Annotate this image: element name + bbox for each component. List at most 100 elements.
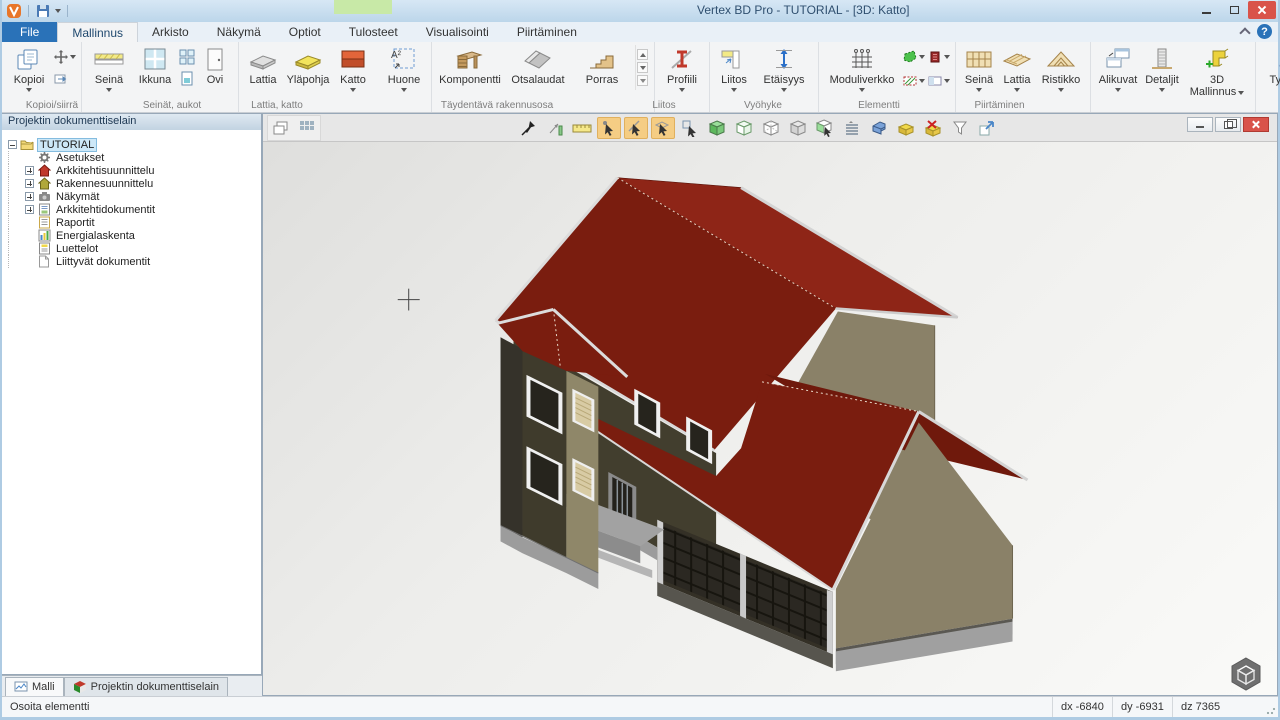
zone-hatch-button[interactable] bbox=[902, 73, 925, 89]
3d-house-model[interactable] bbox=[263, 142, 1277, 695]
tab-projektin-dokumenttiselain[interactable]: Projektin dokumenttiselain bbox=[64, 677, 228, 696]
dropdown-caret-icon bbox=[731, 88, 737, 92]
zone-polygon-button[interactable] bbox=[902, 49, 925, 65]
export-view-icon[interactable] bbox=[975, 117, 999, 139]
maximize-button[interactable] bbox=[1220, 1, 1248, 19]
window-grid-button[interactable] bbox=[179, 49, 195, 65]
tab-tulosteet[interactable]: Tulosteet bbox=[335, 22, 412, 42]
tree-item-rakennesuunnittelu[interactable]: Rakennesuunnittelu bbox=[8, 177, 261, 190]
measure-path-icon[interactable] bbox=[543, 117, 567, 139]
list-icon[interactable] bbox=[840, 117, 864, 139]
document-close-button[interactable] bbox=[1243, 117, 1269, 132]
tree-item-arkkitehtisuunnittelu[interactable]: Arkkitehtisuunnittelu bbox=[8, 164, 261, 177]
hidden-line-cube-icon[interactable] bbox=[759, 117, 783, 139]
document-minimize-button[interactable] bbox=[1187, 117, 1213, 132]
resize-grip[interactable] bbox=[1266, 705, 1276, 715]
ovi-button[interactable]: Ovi bbox=[197, 45, 233, 86]
dropdown-caret-icon bbox=[106, 88, 112, 92]
document-image-icon bbox=[37, 203, 51, 216]
tyokalut-button[interactable]: Työkalut bbox=[1261, 45, 1280, 92]
3d-navigation-widget[interactable] bbox=[1229, 657, 1263, 691]
tree-item-arkkitehtidokumentit[interactable]: Arkkitehtidokumentit bbox=[8, 203, 261, 216]
tab-mallinnus[interactable]: Mallinnus bbox=[57, 22, 138, 42]
cascade-windows-icon[interactable] bbox=[269, 117, 293, 139]
gray-shaded-cube-icon[interactable] bbox=[786, 117, 810, 139]
shaded-cube-icon[interactable] bbox=[705, 117, 729, 139]
zone-block-button[interactable] bbox=[927, 49, 950, 65]
move-button[interactable] bbox=[53, 49, 76, 65]
tree-item-tutorial[interactable]: TUTORIAL bbox=[8, 138, 261, 151]
3d-viewport-window[interactable] bbox=[262, 113, 1278, 696]
3d-canvas[interactable] bbox=[263, 142, 1277, 695]
profiili-button[interactable]: Profiili bbox=[660, 45, 704, 92]
bay-tower[interactable] bbox=[501, 337, 599, 589]
tree-item-energialaskenta[interactable]: Energialaskenta bbox=[8, 229, 261, 242]
tree-item-raportit[interactable]: Raportit bbox=[8, 216, 261, 229]
select-element-icon[interactable] bbox=[678, 117, 702, 139]
porras-button[interactable]: Porras bbox=[573, 45, 631, 86]
moduliverkko-button[interactable]: Moduliverkko bbox=[824, 45, 900, 92]
ruler-icon[interactable] bbox=[570, 117, 594, 139]
solid-model-icon[interactable] bbox=[867, 117, 891, 139]
tile-windows-icon[interactable] bbox=[295, 117, 319, 139]
paste-special-button[interactable] bbox=[53, 71, 76, 87]
open-drawer-icon[interactable] bbox=[894, 117, 918, 139]
tree-item-liittyvat-dokumentit[interactable]: Liittyvät dokumentit bbox=[8, 255, 261, 268]
detaljit-button[interactable]: Detaljit bbox=[1142, 45, 1182, 92]
alikuvat-button[interactable]: Alikuvat bbox=[1096, 45, 1140, 92]
collapse-ribbon-icon[interactable] bbox=[1239, 27, 1250, 38]
3d-mallinnus-button[interactable]: 3D Mallinnus bbox=[1184, 45, 1250, 98]
filter-icon[interactable] bbox=[948, 117, 972, 139]
tree-item-asetukset[interactable]: Asetukset bbox=[8, 151, 261, 164]
qat-dropdown-icon[interactable] bbox=[55, 9, 61, 13]
elementti-lattia-button[interactable]: Lattia bbox=[999, 45, 1035, 92]
pin-icon[interactable] bbox=[516, 117, 540, 139]
app-logo-icon[interactable] bbox=[6, 3, 22, 19]
tree-item-nakymat[interactable]: Näkymät bbox=[8, 190, 261, 203]
tab-malli[interactable]: Malli bbox=[5, 677, 64, 696]
snap-face-icon[interactable] bbox=[651, 117, 675, 139]
gallery-expand-button[interactable] bbox=[637, 75, 648, 86]
snap-point-icon[interactable] bbox=[597, 117, 621, 139]
small-window-button[interactable] bbox=[179, 71, 195, 87]
select-face-cube-icon[interactable] bbox=[813, 117, 837, 139]
liitos-button[interactable]: Liitos bbox=[715, 45, 753, 92]
huone-button[interactable]: A² Huone bbox=[382, 45, 426, 92]
kopioi-button[interactable]: Kopioi bbox=[7, 45, 51, 92]
ristikko-button[interactable]: Ristikko bbox=[1037, 45, 1085, 92]
etaisyys-button[interactable]: Etäisyys bbox=[755, 45, 813, 92]
collapse-expander-icon[interactable] bbox=[8, 140, 17, 149]
gallery-down-button[interactable] bbox=[637, 62, 648, 73]
document-restore-button[interactable] bbox=[1215, 117, 1241, 132]
tab-visualisointi[interactable]: Visualisointi bbox=[412, 22, 503, 42]
tab-arkisto[interactable]: Arkisto bbox=[138, 22, 203, 42]
lattia-button[interactable]: Lattia bbox=[244, 45, 282, 86]
save-icon[interactable] bbox=[35, 3, 51, 19]
komponentti-button[interactable]: Komponentti bbox=[437, 45, 503, 86]
expand-icon[interactable] bbox=[25, 192, 34, 201]
katto-button[interactable]: Katto bbox=[334, 45, 372, 92]
ylapohja-button[interactable]: Yläpohja bbox=[284, 45, 332, 86]
expand-icon[interactable] bbox=[25, 205, 34, 214]
gallery-up-button[interactable] bbox=[637, 49, 648, 60]
minimize-button[interactable] bbox=[1192, 1, 1220, 19]
snap-line-icon[interactable] bbox=[624, 117, 648, 139]
otsalaudat-button[interactable]: Otsalaudat bbox=[505, 45, 571, 86]
tab-piirtaminen[interactable]: Piirtäminen bbox=[503, 22, 591, 42]
tab-optiot[interactable]: Optiot bbox=[275, 22, 335, 42]
tab-file[interactable]: File bbox=[2, 22, 57, 42]
tab-nakyma[interactable]: Näkymä bbox=[203, 22, 275, 42]
close-button[interactable] bbox=[1248, 1, 1276, 19]
help-icon[interactable]: ? bbox=[1257, 24, 1272, 39]
zone-area-button[interactable] bbox=[927, 73, 950, 89]
elementti-seina-button[interactable]: Seinä bbox=[961, 45, 997, 92]
tree-item-luettelot[interactable]: Luettelot bbox=[8, 242, 261, 255]
expand-icon[interactable] bbox=[25, 166, 34, 175]
dropdown-caret-icon bbox=[679, 88, 685, 92]
delete-drawer-icon[interactable] bbox=[921, 117, 945, 139]
project-document-browser-panel: Projektin dokumenttiselain TUTORIAL Aset… bbox=[2, 113, 262, 675]
ikkuna-button[interactable]: Ikkuna bbox=[133, 45, 177, 86]
expand-icon[interactable] bbox=[25, 179, 34, 188]
wireframe-cube-icon[interactable] bbox=[732, 117, 756, 139]
seina-button[interactable]: Seinä bbox=[87, 45, 131, 92]
